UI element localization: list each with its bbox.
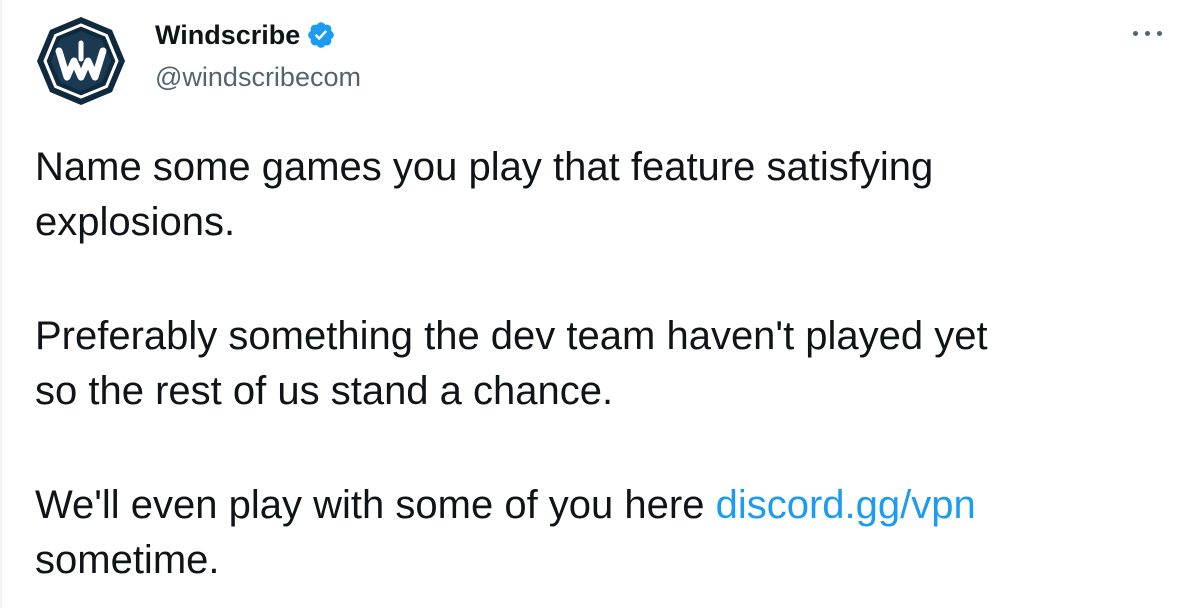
author-name-row[interactable]: Windscribe xyxy=(155,18,336,52)
tweet-line: so the rest of us stand a chance. xyxy=(35,369,614,413)
avatar[interactable] xyxy=(33,13,129,109)
tweet-text: Name some games you play that feature sa… xyxy=(35,140,1175,588)
tweet-line: Name some games you play that feature sa… xyxy=(35,145,934,189)
tweet-line: We'll even play with some of you here di… xyxy=(35,478,1175,533)
divider xyxy=(0,0,2,608)
tweet-line: explosions. xyxy=(35,200,236,244)
author-handle[interactable]: @windscribecom xyxy=(155,60,361,94)
tweet-text-span: We'll even play with some of you here xyxy=(35,483,716,527)
verified-badge-icon xyxy=(306,20,336,50)
more-options-icon[interactable] xyxy=(1126,18,1170,48)
display-name[interactable]: Windscribe xyxy=(155,18,300,52)
discord-link[interactable]: discord.gg/vpn xyxy=(716,483,976,527)
windscribe-logo-icon xyxy=(33,13,129,109)
tweet-card: Windscribe @windscribecom Name some game… xyxy=(0,0,1198,608)
tweet-line: Preferably something the dev team haven'… xyxy=(35,314,988,358)
tweet-line: sometime. xyxy=(35,538,220,582)
